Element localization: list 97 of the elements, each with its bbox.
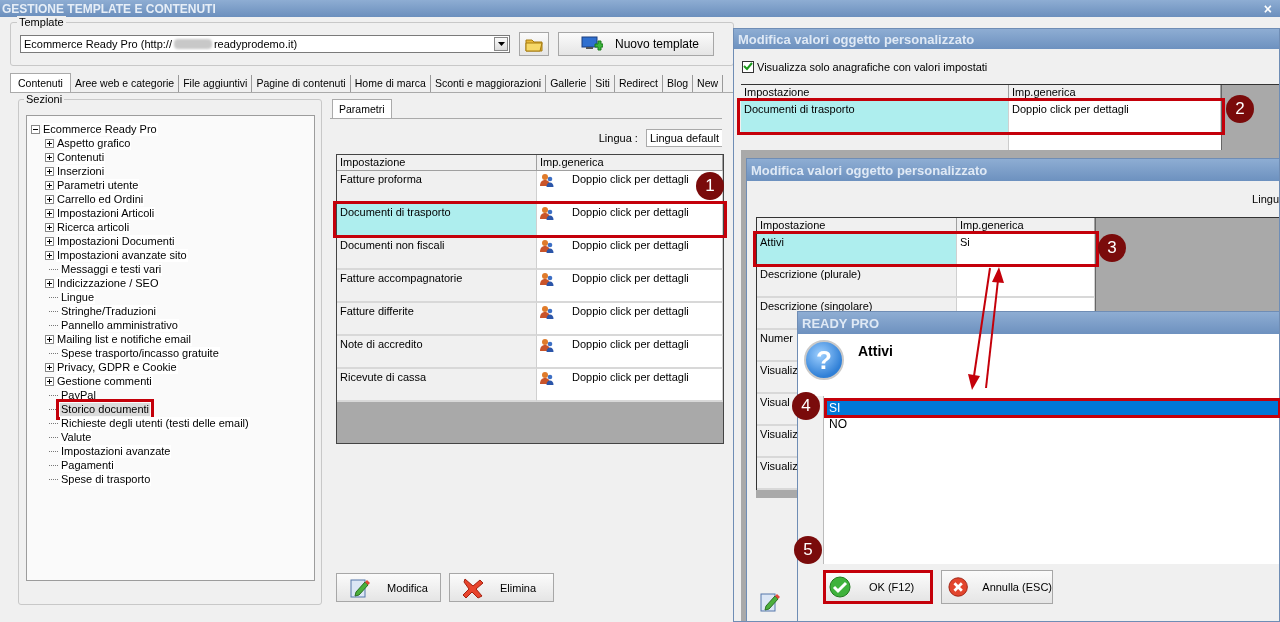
expand-icon[interactable]	[45, 376, 54, 386]
table-cell: Fatture accompagnatorie	[337, 270, 537, 303]
table-cell: Doppio click per dettagli	[537, 270, 723, 303]
tab[interactable]: Siti	[591, 75, 615, 92]
tab[interactable]: Gallerie	[546, 75, 592, 92]
expand-icon[interactable]	[45, 194, 54, 204]
table-cell: Doppio click per dettagli	[537, 336, 723, 369]
language-label: Lingua :	[598, 132, 638, 144]
tree-item[interactable]: Spese di trasporto	[60, 472, 152, 486]
folder-icon	[525, 36, 543, 52]
folder-button[interactable]	[519, 32, 549, 56]
tree-item[interactable]: Impostazioni avanzate sito	[56, 248, 188, 262]
delete-icon	[462, 576, 484, 599]
checkbox-label: Visualizza solo anagrafiche con valori impostati	[757, 60, 988, 73]
tree-item[interactable]: Messaggi e testi vari	[60, 262, 163, 276]
table-cell: Doppio click per dettagli	[537, 204, 723, 237]
dialog-title: READY PRO	[798, 312, 1279, 334]
expand-icon[interactable]	[45, 152, 54, 162]
expand-icon[interactable]	[45, 208, 54, 218]
tree-item[interactable]: Pannello amministrativo	[60, 318, 179, 332]
table-cell: Attivi	[757, 234, 957, 266]
tab[interactable]: Sconti e maggiorazioni	[430, 75, 547, 92]
expand-icon[interactable]	[45, 222, 54, 232]
tree-item[interactable]: Pagamenti	[60, 458, 115, 472]
window-title: GESTIONE TEMPLATE E CONTENUTI	[2, 1, 216, 16]
prompt-text: Attivi	[858, 343, 893, 361]
new-template-button[interactable]: Nuovo template	[558, 32, 714, 56]
column-header: Imp.generica	[537, 155, 723, 171]
delete-button[interactable]: Elimina	[449, 573, 554, 602]
language-label: Lingu	[1252, 193, 1279, 205]
expand-icon[interactable]	[45, 250, 54, 260]
expand-icon[interactable]	[45, 180, 54, 190]
table-cell: Ricevute di cassa	[337, 369, 537, 402]
tree-item[interactable]: Privacy, GDPR e Cookie	[56, 360, 178, 374]
tree-item[interactable]: Inserzioni	[56, 164, 106, 178]
group-label: Template	[17, 16, 66, 28]
tab[interactable]: Aree web e categorie	[70, 75, 180, 92]
group-label: Sezioni	[24, 93, 65, 105]
template-dropdown[interactable]: Ecommerce Ready Pro (http:// readyprodemo.it)	[20, 35, 510, 53]
tab[interactable]: New	[693, 75, 724, 92]
tree-item[interactable]: Impostazioni Articoli	[56, 206, 156, 220]
edit-icon	[349, 576, 371, 599]
tree-item[interactable]: Mailing list e notifiche email	[56, 332, 192, 346]
tab[interactable]: Redirect	[614, 75, 664, 92]
tree-item[interactable]: Lingue	[60, 290, 96, 304]
table-cell: Documenti di trasporto	[337, 204, 537, 237]
tree-item[interactable]: Impostazioni avanzate	[60, 444, 172, 458]
edit-icon[interactable]	[759, 591, 781, 613]
table-cell: Documenti non fiscali	[337, 237, 537, 270]
tree-item[interactable]: Indicizzazione / SEO	[56, 276, 160, 290]
tree-item[interactable]: Impostazioni Documenti	[56, 234, 176, 248]
tree-item[interactable]: Ecommerce Ready Pro	[42, 122, 158, 136]
collapse-icon[interactable]	[31, 124, 40, 134]
table-cell: Descrizione (plurale)	[757, 266, 957, 298]
monitor-plus-icon	[581, 35, 603, 53]
table-cell: Fatture differite	[337, 303, 537, 336]
expand-icon[interactable]	[45, 166, 54, 176]
ok-button[interactable]: OK (F12)	[823, 570, 933, 604]
redaction-blur	[173, 39, 212, 49]
table-cell: Doppio click per dettagli	[537, 303, 723, 336]
expand-icon[interactable]	[45, 278, 54, 288]
tree-item[interactable]: Aspetto grafico	[56, 136, 132, 150]
expand-icon[interactable]	[45, 236, 54, 246]
tree-item[interactable]: Gestione commenti	[56, 374, 153, 388]
tree-item[interactable]: Stringhe/Traduzioni	[60, 304, 157, 318]
list-option[interactable]: SI	[826, 400, 1279, 416]
tree-item[interactable]: Spese trasporto/incasso gratuite	[60, 346, 220, 360]
tab[interactable]: File aggiuntivi	[179, 75, 253, 92]
expand-icon[interactable]	[45, 334, 54, 344]
edit-button[interactable]: Modifica	[336, 573, 441, 602]
tab[interactable]: Home di marca	[350, 75, 431, 92]
check-icon	[829, 576, 851, 598]
dialog-title: Modifica valori oggetto personalizzato	[734, 29, 1279, 49]
table-cell: Doppio click per dettagli	[1009, 101, 1221, 134]
tree-item[interactable]: Valute	[60, 430, 93, 444]
checkbox[interactable]	[742, 60, 754, 73]
cancel-button[interactable]: Annulla (ESC)	[941, 570, 1053, 604]
tree-item[interactable]: Contenuti	[56, 150, 106, 164]
table-cell: Doppio click per dettagli	[537, 369, 723, 402]
tab[interactable]: Pagine di contenuti	[252, 75, 351, 92]
cancel-icon	[948, 576, 969, 598]
expand-icon[interactable]	[45, 362, 54, 372]
tree-item[interactable]: Richieste degli utenti (testi delle email)	[60, 416, 250, 430]
tree-item[interactable]: Carrello ed Ordini	[56, 192, 145, 206]
table-cell: Documenti di trasporto	[741, 101, 1009, 134]
dialog-title: Modifica valori oggetto personalizzato	[747, 159, 1279, 181]
language-dropdown[interactable]: Lingua default	[645, 129, 722, 147]
tab[interactable]: Parametri	[332, 99, 392, 118]
tab[interactable]: Blog	[663, 75, 694, 92]
table-cell: Note di accredito	[337, 336, 537, 369]
tree-item[interactable]: Ricerca articoli	[56, 220, 131, 234]
table-cell: Doppio click per dettagli	[537, 237, 723, 270]
tree-item[interactable]: Parametri utente	[56, 178, 140, 192]
column-header: Impostazione	[337, 155, 537, 171]
tab[interactable]: Contenuti	[10, 73, 71, 92]
expand-icon[interactable]	[45, 138, 54, 148]
question-icon: ?	[804, 340, 844, 380]
